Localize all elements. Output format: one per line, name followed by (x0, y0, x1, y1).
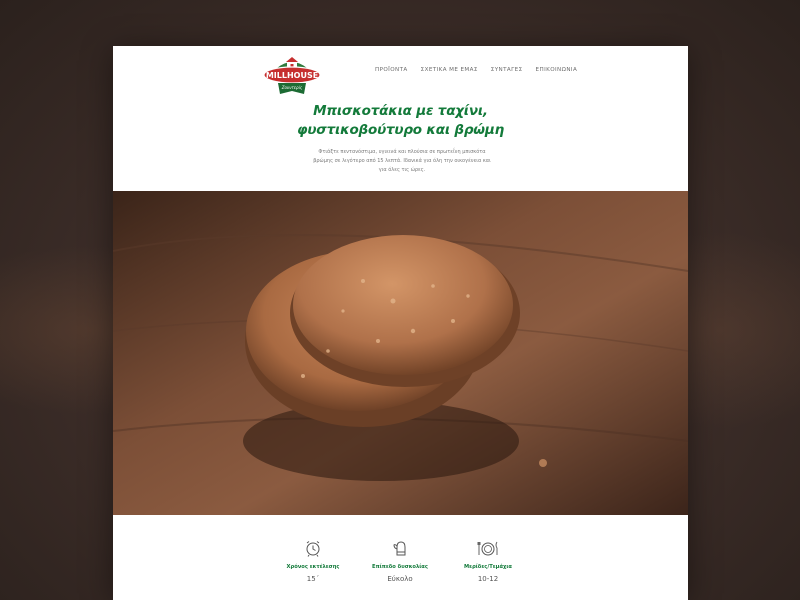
stat-label: Μερίδες/Τεμάχια (464, 564, 512, 570)
recipe-title-line1: Μπισκοτάκια με ταχίνι, (313, 103, 488, 119)
nav-item-products[interactable]: ΠΡΟΪΟΝΤΑ (375, 67, 408, 73)
stat-prep-time: Χρόνος εκτέλεσης 15΄ (268, 539, 358, 583)
cookie-front (293, 235, 513, 375)
nav-item-contact[interactable]: ΕΠΙΚΟΙΝΩΝΙΑ (536, 67, 578, 73)
nav-item-recipes[interactable]: ΣΥΝΤΑΓΕΣ (491, 67, 523, 73)
stat-servings: Μερίδες/Τεμάχια 10-12 (443, 539, 533, 583)
hero-cookie-image (113, 191, 688, 515)
stat-label: Επίπεδο δυσκολίας (372, 564, 428, 570)
main-nav: ΠΡΟΪΟΝΤΑ ΣΧΕΤΙΚΑ ΜΕ ΕΜΑΣ ΣΥΝΤΑΓΕΣ ΕΠΙΚΟΙ… (375, 67, 577, 73)
recipe-title: Μπισκοτάκια με ταχίνι, φυστικοβούτυρο κα… (113, 102, 688, 140)
logo-wordmark: MILLHOUSE (266, 71, 318, 80)
logo-tagline: Ζουντερίς (281, 85, 303, 90)
header: MILLHOUSE Ζουντερίς ΠΡΟΪΟΝΤΑ ΣΧΕΤΙΚΑ ΜΕ … (113, 46, 688, 191)
stat-label: Χρόνος εκτέλεσης (286, 564, 340, 570)
plate-cutlery-icon (477, 541, 498, 556)
recipe-description: Φτιάξτε πεντανόστιμα, υγιεινά και πλούσι… (313, 149, 491, 173)
oven-mitt-icon (393, 541, 406, 556)
recipe-page: MILLHOUSE Ζουντερίς ΠΡΟΪΟΝΤΑ ΣΧΕΤΙΚΑ ΜΕ … (113, 46, 688, 600)
stat-difficulty: Επίπεδο δυσκολίας Εύκολο (355, 539, 445, 583)
recipe-stats: Χρόνος εκτέλεσης 15΄ Επίπεδο δυσκολίας Ε… (113, 515, 688, 600)
alarm-clock-icon (306, 541, 320, 557)
stat-value: 15΄ (306, 575, 320, 583)
stat-value: 10-12 (477, 575, 499, 583)
stat-value: Εύκολο (387, 575, 413, 583)
crumb (539, 459, 547, 467)
recipe-title-line2: φυστικοβούτυρο και βρώμη (297, 122, 504, 138)
nav-item-about[interactable]: ΣΧΕΤΙΚΑ ΜΕ ΕΜΑΣ (421, 67, 478, 73)
millhouse-logo[interactable]: MILLHOUSE Ζουντερίς (263, 54, 321, 98)
